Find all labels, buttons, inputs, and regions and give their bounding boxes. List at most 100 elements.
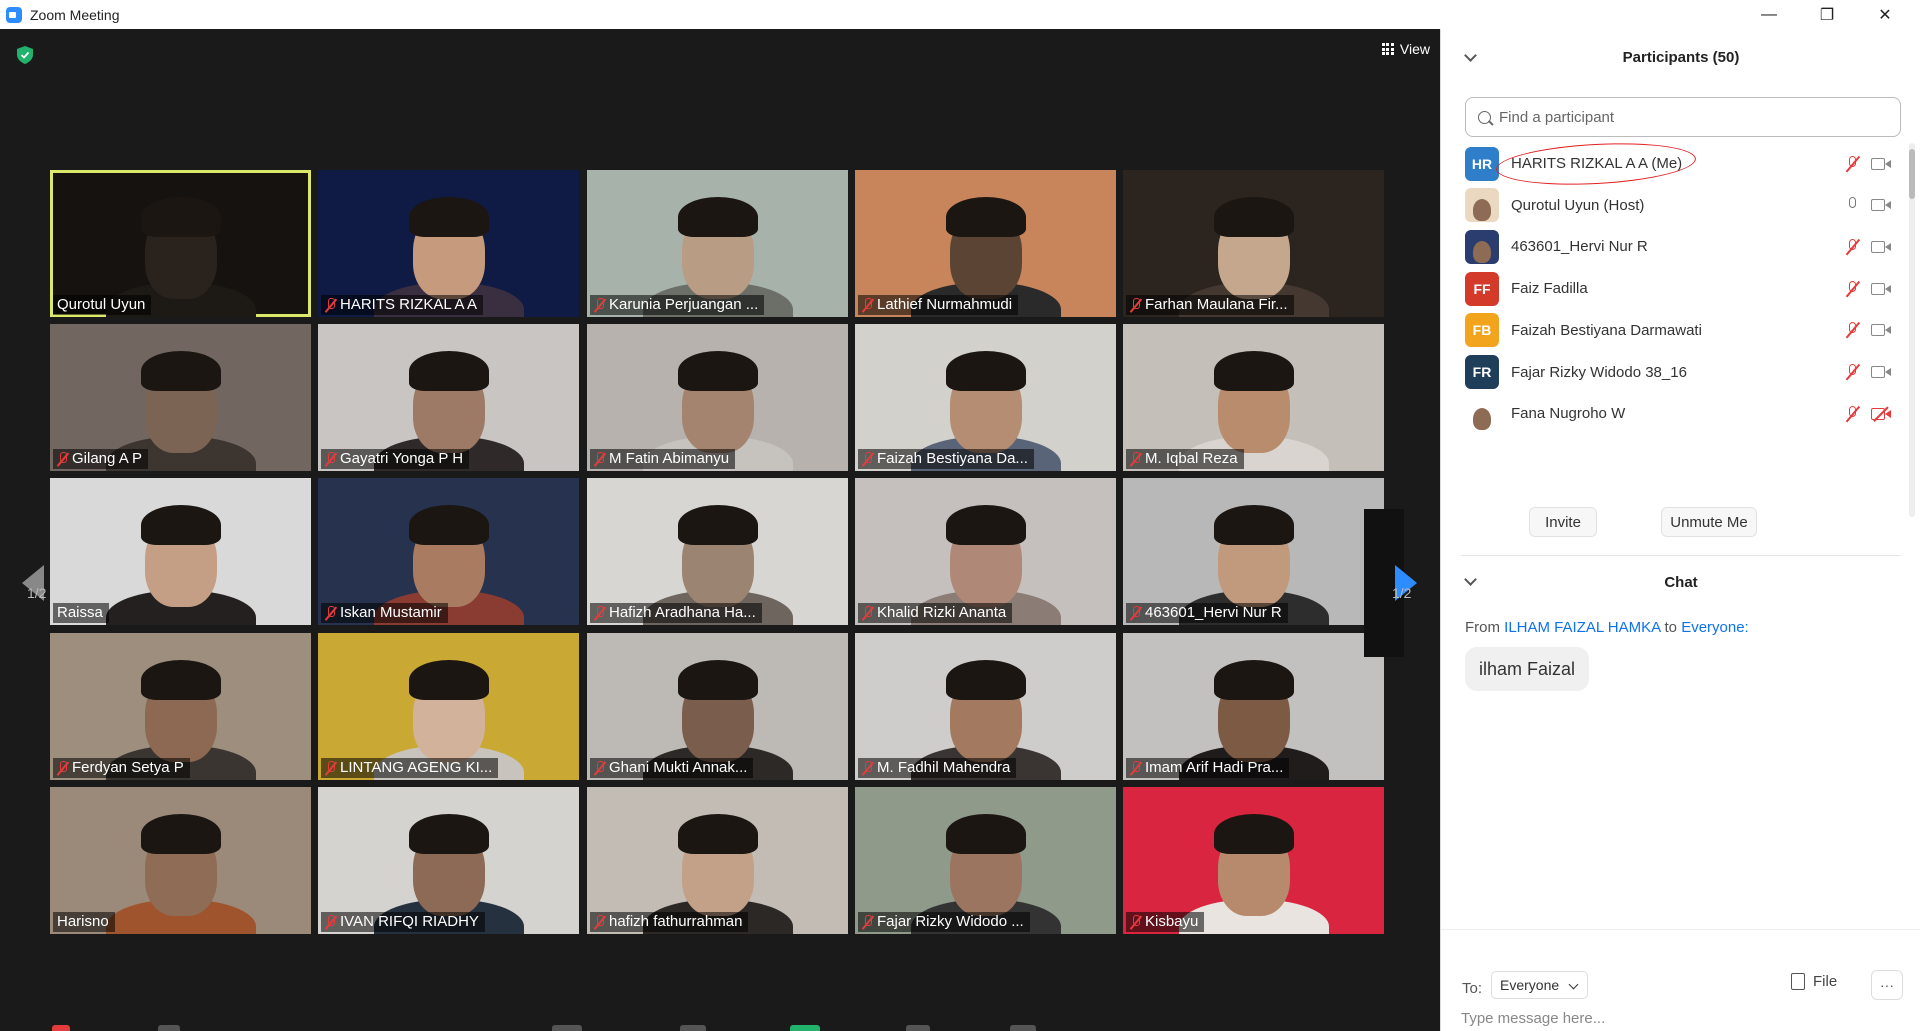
video-tile[interactable]: Gayatri Yonga P H	[318, 324, 579, 471]
participant-list: HR HARITS RIZKAL A A (Me) Qurotul Uyun (Ho…	[1441, 143, 1920, 517]
tile-name-label: Hafizh Aradhana Ha...	[590, 603, 762, 623]
avatar-photo-icon	[1473, 199, 1491, 222]
camera-icon[interactable]	[1871, 365, 1893, 379]
unmute-me-button[interactable]: Unmute Me	[1661, 507, 1757, 537]
participant-search[interactable]	[1465, 97, 1901, 137]
participant-list-scrollbar[interactable]	[1909, 143, 1915, 517]
video-tile[interactable]: Kisbayu	[1123, 787, 1384, 934]
share-screen-icon[interactable]	[790, 1025, 820, 1031]
video-gallery: View 1/2 Qurotul Uyun HARITS RIZKAL A A Ka…	[0, 29, 1440, 1031]
video-tile[interactable]: M. Iqbal Reza	[1123, 324, 1384, 471]
video-icon[interactable]	[158, 1025, 180, 1031]
mic-muted-icon[interactable]	[1845, 238, 1860, 256]
tile-name-label: Gayatri Yonga P H	[321, 449, 470, 469]
tile-participant-name: Karunia Perjuangan ...	[609, 296, 759, 313]
mic-muted-icon	[325, 760, 336, 775]
video-tile[interactable]: Imam Arif Hadi Pra...	[1123, 633, 1384, 780]
participants-icon[interactable]	[552, 1025, 582, 1031]
mic-muted-icon[interactable]	[1845, 155, 1860, 173]
video-tile[interactable]: Ferdyan Setya P	[50, 633, 311, 780]
participant-video-hair	[140, 814, 221, 855]
participant-video-hair	[408, 351, 489, 392]
grid-view-icon	[1381, 43, 1394, 55]
chat-to-word: to	[1664, 619, 1678, 636]
mic-muted-icon[interactable]	[1845, 280, 1860, 298]
participant-search-input[interactable]	[1499, 108, 1879, 126]
video-tile[interactable]: Karunia Perjuangan ...	[587, 170, 848, 317]
participant-video-hair	[140, 660, 221, 701]
video-tile[interactable]: M Fatin Abimanyu	[587, 324, 848, 471]
participant-video-hair	[408, 505, 489, 546]
record-icon[interactable]	[906, 1025, 930, 1031]
tile-participant-name: M Fatin Abimanyu	[609, 450, 730, 467]
tile-participant-name: Imam Arif Hadi Pra...	[1145, 759, 1284, 776]
tile-participant-name: Kisbayu	[1145, 913, 1199, 930]
video-tile[interactable]: Lathief Nurmahmudi	[855, 170, 1116, 317]
video-tile[interactable]: HARITS RIZKAL A A	[318, 170, 579, 317]
chat-message-bubble: ilham Faizal	[1465, 647, 1590, 691]
chat-recipient: Everyone:	[1681, 619, 1749, 636]
participant-video-hair	[1213, 505, 1294, 546]
video-tile[interactable]: Hafizh Aradhana Ha...	[587, 478, 848, 625]
mic-icon[interactable]	[1846, 196, 1860, 214]
camera-icon[interactable]	[1871, 240, 1893, 254]
avatar	[1465, 229, 1499, 264]
mic-muted-icon[interactable]	[1845, 405, 1860, 423]
camera-icon[interactable]	[1871, 157, 1893, 171]
tile-participant-name: Ghani Mukti Annak...	[609, 759, 748, 776]
mic-muted-icon[interactable]	[1845, 321, 1860, 339]
chat-sender-name[interactable]: ILHAM FAIZAL HAMKA	[1504, 619, 1660, 636]
reactions-icon[interactable]	[1010, 1025, 1036, 1031]
mute-icon[interactable]	[52, 1025, 70, 1031]
view-label: View	[1399, 41, 1430, 57]
video-tile[interactable]: Gilang A P	[50, 324, 311, 471]
close-button[interactable]: ✕	[1856, 0, 1914, 29]
tile-name-label: Raissa	[53, 603, 109, 623]
mic-muted-icon	[1130, 297, 1141, 312]
camera-icon[interactable]	[1871, 282, 1893, 296]
participant-name: Fana Nugroho W	[1511, 405, 1626, 423]
search-icon	[1478, 110, 1491, 124]
camera-icon[interactable]	[1871, 323, 1893, 337]
video-tile[interactable]: Farhan Maulana Fir...	[1123, 170, 1384, 317]
video-tile[interactable]: Khalid Rizki Ananta	[855, 478, 1116, 625]
tile-name-label: Imam Arif Hadi Pra...	[1126, 758, 1290, 778]
chat-message-input[interactable]	[1461, 1010, 1901, 1027]
participant-video-hair	[408, 660, 489, 701]
maximize-button[interactable]: ❐	[1798, 0, 1856, 29]
panel-divider	[1461, 555, 1901, 556]
mic-muted-icon	[594, 605, 605, 620]
video-tile[interactable]: 463601_Hervi Nur R	[1123, 478, 1384, 625]
file-button[interactable]: File	[1791, 973, 1837, 990]
minimize-button[interactable]: —	[1740, 0, 1798, 29]
participant-name: Fajar Rizky Widodo 38_16	[1511, 363, 1687, 381]
encryption-shield-icon[interactable]	[17, 46, 33, 64]
video-tile[interactable]: IVAN RIFQI RIADHY	[318, 787, 579, 934]
camera-icon[interactable]	[1871, 198, 1893, 212]
video-tile[interactable]: Harisno	[50, 787, 311, 934]
video-tile[interactable]: Faizah Bestiyana Da...	[855, 324, 1116, 471]
page-indicator-left: 1/2	[27, 585, 47, 601]
video-tile[interactable]: M. Fadhil Mahendra	[855, 633, 1116, 780]
view-button[interactable]: View	[1381, 41, 1430, 57]
tile-participant-name: Hafizh Aradhana Ha...	[609, 604, 756, 621]
video-tile[interactable]: LINTANG AGENG KI...	[318, 633, 579, 780]
tile-participant-name: Farhan Maulana Fir...	[1145, 296, 1288, 313]
participant-row[interactable]: Fana Nugroho W	[1441, 388, 1911, 439]
tile-participant-name: Ferdyan Setya P	[72, 759, 184, 776]
tile-name-label: hafizh fathurrahman	[590, 912, 749, 932]
mic-muted-icon	[1130, 914, 1141, 929]
more-options-button[interactable]: ···	[1871, 970, 1903, 1000]
chat-icon[interactable]	[680, 1025, 706, 1031]
video-tile[interactable]: Raissa	[50, 478, 311, 625]
video-tile[interactable]: Fajar Rizky Widodo ...	[855, 787, 1116, 934]
video-tile[interactable]: hafizh fathurrahman	[587, 787, 848, 934]
meeting-toolbar	[0, 1017, 1440, 1031]
recipient-dropdown[interactable]: Everyone	[1491, 971, 1589, 999]
camera-off-icon[interactable]	[1871, 407, 1893, 421]
video-tile[interactable]: Iskan Mustamir	[318, 478, 579, 625]
invite-button[interactable]: Invite	[1529, 507, 1597, 537]
video-tile[interactable]: Ghani Mukti Annak...	[587, 633, 848, 780]
mic-muted-icon[interactable]	[1845, 363, 1860, 381]
video-tile[interactable]: Qurotul Uyun	[50, 170, 311, 317]
